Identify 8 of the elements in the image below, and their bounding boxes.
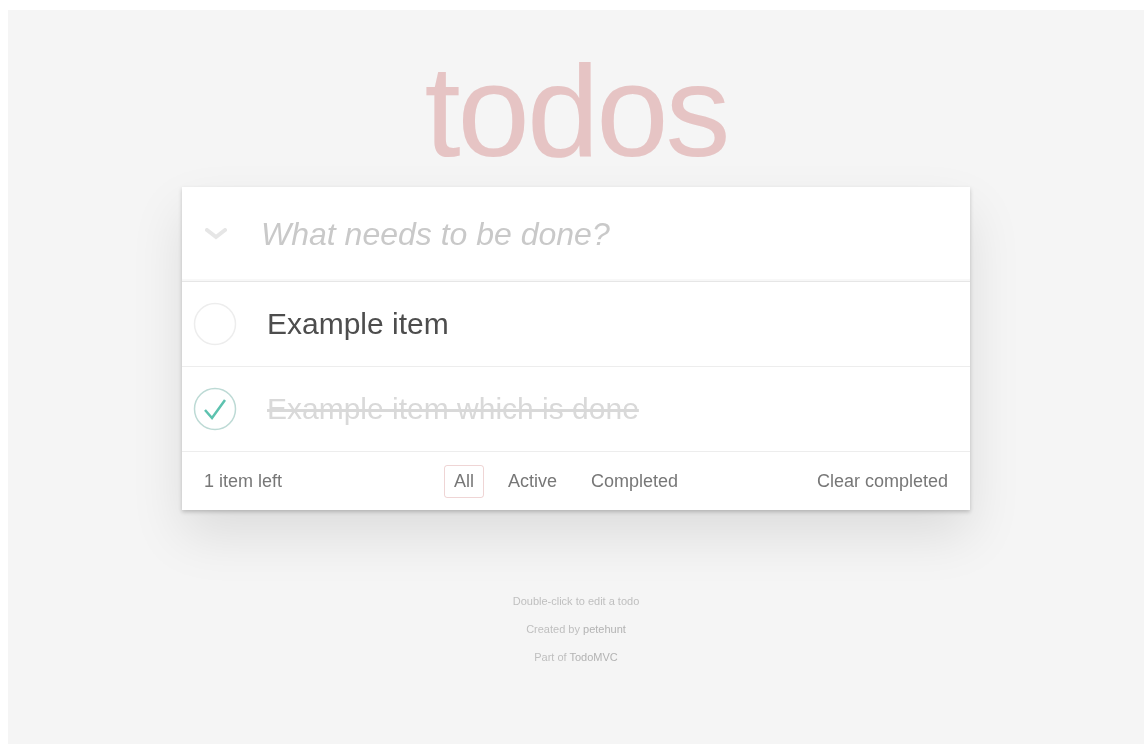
filter-link[interactable]: Active xyxy=(498,464,568,498)
chevron-down-icon[interactable] xyxy=(205,228,227,240)
items-left-count: 1 item left xyxy=(204,470,283,492)
todo-text: Example item xyxy=(267,307,449,341)
checked-circle-icon[interactable] xyxy=(193,387,237,431)
clear-completed-button[interactable]: Clear completed xyxy=(816,470,948,492)
filter-link[interactable]: Completed xyxy=(581,464,689,498)
filter-link[interactable]: All xyxy=(444,464,484,498)
